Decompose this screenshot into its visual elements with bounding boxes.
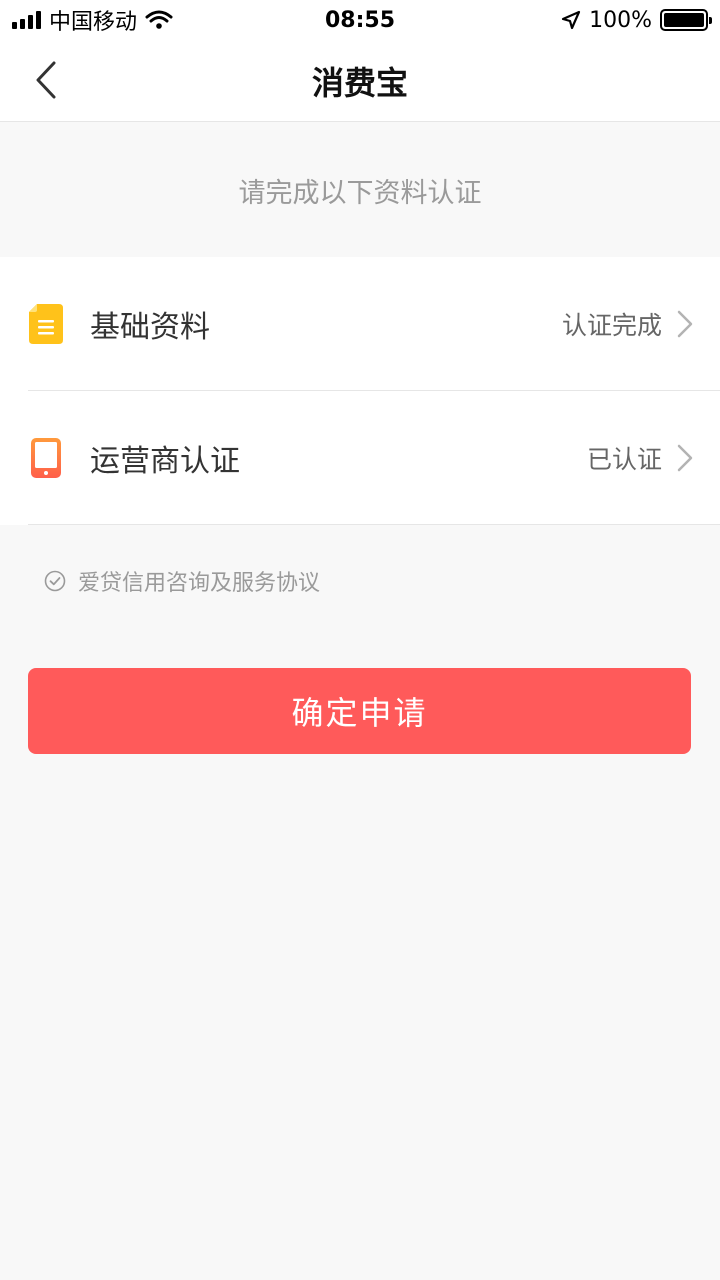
status-bar-left: 中国移动 [12, 4, 173, 36]
signal-icon [12, 11, 41, 29]
check-circle-icon[interactable] [44, 570, 66, 592]
verification-item-label: 运营商认证 [90, 444, 240, 479]
verification-list: 基础资料 认证完成 运营商认证 已认证 [0, 257, 720, 525]
document-icon [28, 303, 64, 345]
phone-icon [28, 437, 64, 479]
agreement-row[interactable]: 爱贷信用咨询及服务协议 [44, 560, 320, 602]
page-title: 消费宝 [311, 63, 408, 102]
verification-item-basic-info[interactable]: 基础资料 认证完成 [0, 257, 720, 391]
battery-percent: 100% [589, 7, 652, 33]
chevron-right-icon [677, 310, 693, 338]
verification-item-label: 基础资料 [90, 310, 210, 345]
agreement-link[interactable]: 爱贷信用咨询及服务协议 [78, 565, 320, 597]
chevron-left-icon [36, 61, 56, 99]
carrier-name: 中国移动 [49, 10, 138, 35]
nav-bar: 消费宝 [0, 40, 720, 122]
back-button[interactable] [24, 58, 68, 102]
battery-icon [660, 9, 712, 31]
status-bar: 中国移动 08:55 100% [0, 0, 720, 40]
verification-item-status: 认证完成 [561, 311, 662, 340]
row-divider [28, 524, 720, 525]
wifi-icon [145, 10, 173, 29]
battery-fill [664, 13, 704, 27]
verification-item-carrier[interactable]: 运营商认证 已认证 [0, 391, 720, 525]
location-arrow-icon [561, 10, 581, 30]
status-bar-right: 100% [561, 7, 712, 33]
verification-item-status: 已认证 [586, 445, 662, 474]
submit-application-button[interactable]: 确定申请 [28, 668, 691, 754]
chevron-right-icon [677, 444, 693, 472]
verification-notice: 请完成以下资料认证 [0, 123, 720, 257]
